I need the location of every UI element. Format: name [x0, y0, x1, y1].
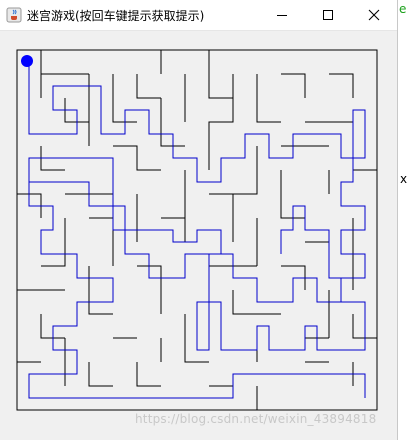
background-glyph-x: x: [400, 172, 408, 186]
minimize-icon: [277, 15, 287, 16]
window-title: 迷宫游戏(按回车键提示获取提示): [27, 9, 205, 23]
close-button[interactable]: [351, 0, 397, 30]
background-window-edge: e x: [398, 0, 409, 440]
hint-path-line: [28, 62, 366, 351]
maximize-icon: [323, 10, 333, 20]
minimize-button[interactable]: [259, 0, 305, 30]
java-coffee-icon: [6, 7, 22, 23]
watermark-text: https://blog.csdn.net/weixin_43894818: [135, 412, 377, 426]
hint-path: [28, 62, 366, 399]
maze-game-window: 迷宫游戏(按回车键提示获取提示): [0, 0, 398, 440]
close-icon: [368, 9, 380, 21]
background-glyph-e: e: [399, 2, 407, 16]
title-bar[interactable]: 迷宫游戏(按回车键提示获取提示): [0, 0, 397, 31]
maze-board[interactable]: [0, 30, 397, 440]
player-marker[interactable]: [21, 55, 33, 67]
maximize-button[interactable]: [305, 0, 351, 30]
